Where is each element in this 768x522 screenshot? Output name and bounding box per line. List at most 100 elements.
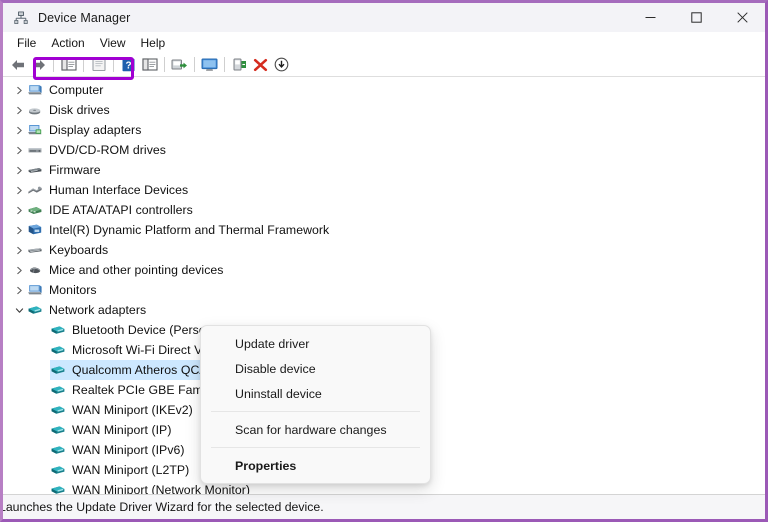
menu-action[interactable]: Action [44, 34, 92, 52]
chevron-down-icon[interactable] [12, 306, 27, 315]
device-tree-row-label: Network adapters [49, 303, 147, 317]
chevron-right-icon[interactable] [12, 246, 27, 255]
toolbar-separator [164, 57, 165, 72]
chevron-right-icon[interactable] [12, 266, 27, 275]
device-tree-row[interactable]: IDE ATA/ATAPI controllers [3, 200, 765, 220]
menu-bar: File Action View Help [3, 32, 765, 53]
device-tree-row-label: WAN Miniport (IP) [72, 423, 172, 437]
toolbar-separator [53, 57, 54, 72]
device-tree-row[interactable]: Mice and other pointing devices [3, 260, 765, 280]
toolbar-separator [113, 57, 114, 72]
device-tree-row-label: Monitors [49, 283, 97, 297]
computer-icon [27, 82, 43, 98]
dvd-drive-icon [27, 142, 43, 158]
uninstall-device-icon[interactable] [250, 54, 271, 75]
device-tree-row-label: WAN Miniport (IKEv2) [72, 403, 193, 417]
device-tree-row-label: WAN Miniport (Network Monitor) [72, 483, 251, 494]
device-tree-row-label: IDE ATA/ATAPI controllers [49, 203, 193, 217]
window-controls [627, 3, 765, 32]
hid-icon [27, 182, 43, 198]
network-adapter-icon [50, 382, 66, 398]
network-adapter-icon [27, 302, 43, 318]
ide-controller-icon [27, 202, 43, 218]
thermal-framework-icon [27, 222, 43, 238]
chevron-right-icon[interactable] [12, 286, 27, 295]
device-tree-row-label: Intel(R) Dynamic Platform and Thermal Fr… [49, 223, 330, 237]
context-menu-item-scan-for-hardware-changes[interactable]: Scan for hardware changes [201, 417, 430, 442]
firmware-icon [27, 162, 43, 178]
chevron-right-icon[interactable] [12, 166, 27, 175]
keyboard-icon [27, 242, 43, 258]
device-tree-row[interactable]: Computer [3, 80, 765, 100]
scan-for-hardware-changes-icon[interactable] [199, 54, 220, 75]
context-menu-item-properties[interactable]: Properties [201, 453, 430, 478]
chevron-right-icon[interactable] [12, 206, 27, 215]
properties-icon[interactable] [88, 54, 109, 75]
device-tree-row[interactable]: Intel(R) Dynamic Platform and Thermal Fr… [3, 220, 765, 240]
menu-file[interactable]: File [10, 34, 44, 52]
context-menu-item-disable-device[interactable]: Disable device [201, 356, 430, 381]
toolbar-separator [83, 57, 84, 72]
title-bar: Device Manager [3, 3, 765, 32]
device-tree-row-label: Disk drives [49, 103, 110, 117]
device-tree-row[interactable]: Network adapters [3, 300, 765, 320]
context-menu[interactable]: Update driver Disable device Uninstall dev… [200, 325, 431, 484]
status-bar: Launches the Update Driver Wizard for th… [3, 494, 765, 519]
context-menu-separator [211, 411, 420, 412]
device-tree-row-label: Human Interface Devices [49, 183, 189, 197]
device-tree-row[interactable]: Firmware [3, 160, 765, 180]
device-tree-row-label: Mice and other pointing devices [49, 263, 224, 277]
update-driver-icon[interactable] [169, 54, 190, 75]
toolbar: ? [3, 53, 765, 77]
device-tree-row[interactable]: Monitors [3, 280, 765, 300]
display-adapter-icon [27, 122, 43, 138]
device-tree-row-label: Display adapters [49, 123, 142, 137]
show-hide-console-tree-icon[interactable] [58, 54, 79, 75]
close-button[interactable] [719, 3, 765, 32]
help-icon[interactable]: ? [118, 54, 139, 75]
mouse-icon [27, 262, 43, 278]
context-menu-item-uninstall-device[interactable]: Uninstall device [201, 381, 430, 406]
network-adapter-icon [50, 462, 66, 478]
device-tree-row-label: Firmware [49, 163, 101, 177]
network-adapter-icon [50, 422, 66, 438]
network-adapter-icon [50, 482, 66, 494]
device-tree-row[interactable]: Disk drives [3, 100, 765, 120]
enable-device-icon[interactable] [229, 54, 250, 75]
device-tree-row[interactable]: Human Interface Devices [3, 180, 765, 200]
disk-drive-icon [27, 102, 43, 118]
context-menu-item-update-driver[interactable]: Update driver [201, 331, 430, 356]
network-adapter-icon [50, 322, 66, 338]
show-hide-console-tree-icon-2[interactable] [139, 54, 160, 75]
device-tree-row[interactable]: Keyboards [3, 240, 765, 260]
device-manager-window: Device Manager File Action View Help ? C… [0, 0, 768, 522]
menu-view[interactable]: View [93, 34, 134, 52]
minimize-button[interactable] [627, 3, 673, 32]
disable-device-icon[interactable] [271, 54, 292, 75]
device-tree-row[interactable]: DVD/CD-ROM drives [3, 140, 765, 160]
toolbar-separator [224, 57, 225, 72]
chevron-right-icon[interactable] [12, 226, 27, 235]
chevron-right-icon[interactable] [12, 106, 27, 115]
forward-arrow-icon[interactable] [28, 54, 49, 75]
chevron-right-icon[interactable] [12, 146, 27, 155]
device-tree-row-label: WAN Miniport (L2TP) [72, 463, 190, 477]
status-text: Launches the Update Driver Wizard for th… [3, 500, 324, 514]
network-adapter-icon [50, 362, 66, 378]
back-arrow-icon[interactable] [7, 54, 28, 75]
network-adapter-icon [50, 402, 66, 418]
monitor-icon [27, 282, 43, 298]
device-tree-row-label: WAN Miniport (IPv6) [72, 443, 185, 457]
svg-text:?: ? [125, 60, 131, 71]
toolbar-separator [194, 57, 195, 72]
chevron-right-icon[interactable] [12, 126, 27, 135]
network-adapter-icon [50, 442, 66, 458]
device-tree-row-label: DVD/CD-ROM drives [49, 143, 166, 157]
chevron-right-icon[interactable] [12, 86, 27, 95]
chevron-right-icon[interactable] [12, 186, 27, 195]
device-manager-icon [13, 10, 29, 26]
maximize-button[interactable] [673, 3, 719, 32]
device-tree-row[interactable]: Display adapters [3, 120, 765, 140]
menu-help[interactable]: Help [134, 34, 174, 52]
network-adapter-icon [50, 342, 66, 358]
